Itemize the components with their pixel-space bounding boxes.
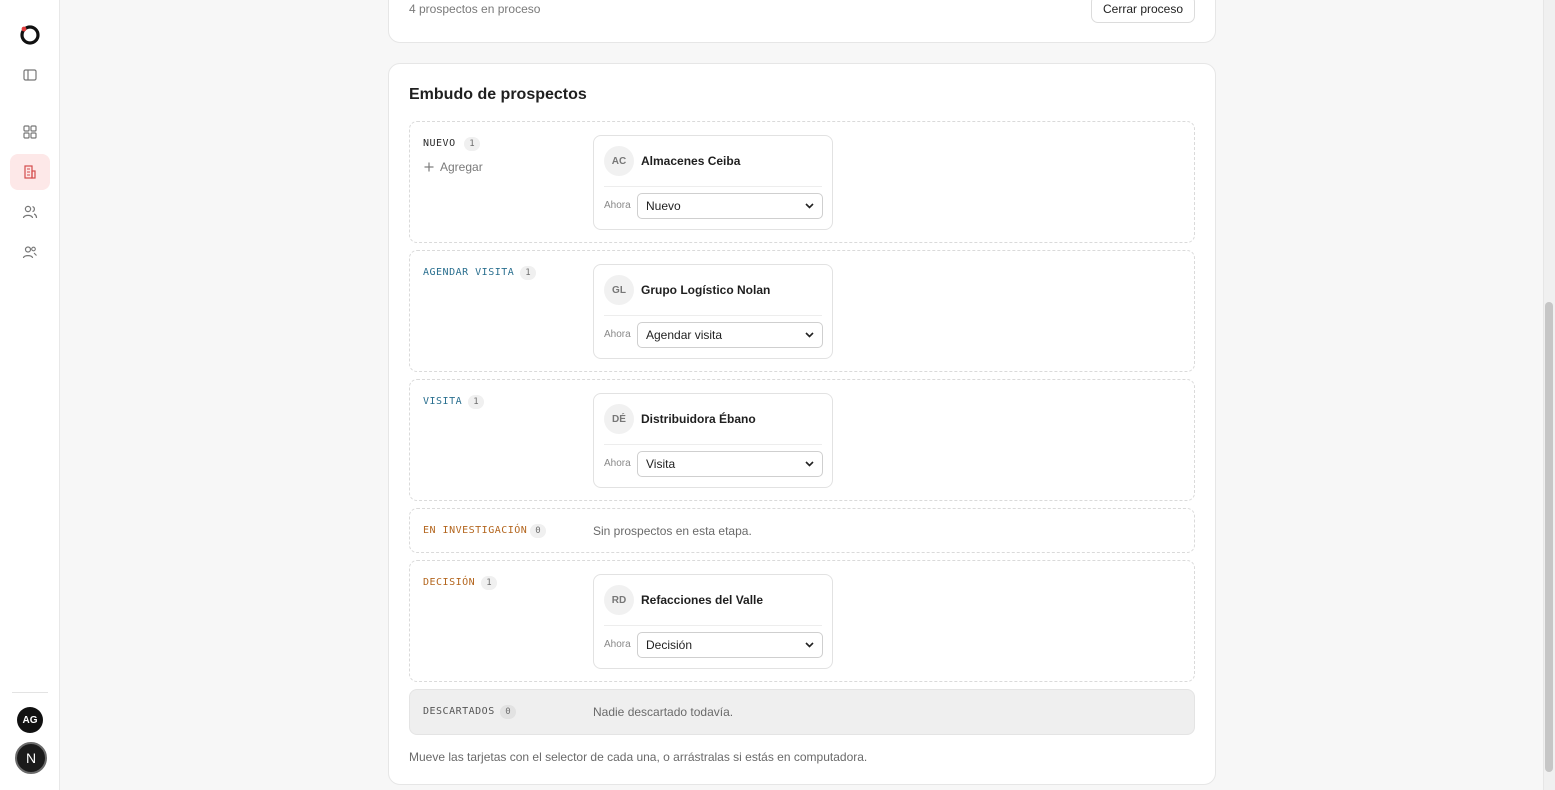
stage-select-value: Decisión — [646, 638, 693, 652]
panel-toggle-icon — [23, 69, 37, 81]
stage-select-value: Agendar visita — [646, 328, 723, 342]
sidebar-item-prospects[interactable] — [10, 154, 50, 190]
stage-label: DESCARTADOS — [423, 706, 495, 717]
sidebar-item-team[interactable] — [10, 234, 50, 270]
lead-avatar: RD — [604, 585, 634, 615]
help-note: Mueve las tarjetas con el selector de ca… — [409, 750, 868, 764]
stage-select-value: Nuevo — [646, 199, 681, 213]
stage-count-badge: 1 — [468, 395, 484, 409]
stage-select[interactable]: Decisión — [637, 632, 823, 658]
lead-divider — [604, 444, 822, 445]
page-title: Embudo de prospectos — [409, 86, 587, 103]
stage-select[interactable]: Nuevo — [637, 193, 823, 219]
scrollbar-track[interactable] — [1543, 0, 1555, 790]
scrollbar-thumb[interactable] — [1545, 302, 1553, 772]
stage-visita[interactable]: VISITA 1 DÉ Distribuidora Ébano Ahora Vi… — [409, 379, 1195, 501]
stage-label: AGENDAR VISITA — [423, 267, 515, 278]
lead-divider — [604, 315, 822, 316]
stage-nuevo[interactable]: NUEVO 1 Agregar AC Almacenes Ceiba Ahora… — [409, 121, 1195, 243]
lead-name: Grupo Logístico Nolan — [641, 283, 771, 297]
stage-en-investigacion[interactable]: EN INVESTIGACIÓN 0 Sin prospectos en est… — [409, 508, 1195, 553]
panel-toggle-button[interactable] — [10, 57, 50, 93]
stage-label: VISITA — [423, 396, 463, 407]
chevron-down-icon — [805, 642, 814, 648]
grid-icon — [23, 125, 37, 139]
stage-label: NUEVO — [423, 138, 456, 149]
sidebar-item-contacts[interactable] — [10, 194, 50, 230]
sidebar-item-dashboard[interactable] — [10, 114, 50, 150]
workspace-avatar[interactable]: N — [15, 742, 47, 774]
add-label: Agregar — [440, 160, 483, 174]
close-process-button[interactable]: Cerrar proceso — [1091, 0, 1195, 23]
stage-select-value: Visita — [646, 457, 676, 471]
users-icon — [22, 205, 38, 219]
user-group-icon — [22, 246, 37, 259]
lead-name: Refacciones del Valle — [641, 593, 764, 607]
stage-count-badge: 1 — [464, 137, 480, 151]
lead-time: Ahora — [604, 200, 631, 211]
sidebar-divider — [12, 692, 48, 693]
lead-card[interactable]: DÉ Distribuidora Ébano Ahora Visita — [593, 393, 833, 488]
lead-avatar: AC — [604, 146, 634, 176]
funnel-card: Embudo de prospectos NUEVO 1 Agregar AC … — [388, 63, 1216, 785]
lead-time: Ahora — [604, 639, 631, 650]
stage-agendar-visita[interactable]: AGENDAR VISITA 1 GL Grupo Logístico Nola… — [409, 250, 1195, 372]
stage-label: DECISIÓN — [423, 577, 476, 588]
stage-count-badge: 1 — [520, 266, 536, 280]
building-icon — [24, 165, 36, 179]
lead-name: Almacenes Ceiba — [641, 154, 741, 168]
stage-decision[interactable]: DECISIÓN 1 RD Refacciones del Valle Ahor… — [409, 560, 1195, 682]
lead-time: Ahora — [604, 458, 631, 469]
lead-avatar: GL — [604, 275, 634, 305]
process-card: 4 prospectos en proceso Cerrar proceso — [388, 0, 1216, 43]
add-prospect-button[interactable]: Agregar — [424, 160, 483, 174]
prospects-count-text: 4 prospectos en proceso — [409, 2, 541, 16]
sidebar: AG N — [0, 0, 60, 790]
stage-select[interactable]: Agendar visita — [637, 322, 823, 348]
plus-icon — [424, 162, 434, 172]
lead-avatar: DÉ — [604, 404, 634, 434]
empty-stage-text: Nadie descartado todavía. — [593, 705, 734, 719]
stage-count-badge: 0 — [530, 524, 546, 538]
empty-stage-text: Sin prospectos en esta etapa. — [593, 524, 752, 538]
chevron-down-icon — [805, 461, 814, 467]
stage-count-badge: 0 — [500, 705, 516, 719]
lead-name: Distribuidora Ébano — [641, 412, 756, 426]
lead-card[interactable]: GL Grupo Logístico Nolan Ahora Agendar v… — [593, 264, 833, 359]
lead-divider — [604, 625, 822, 626]
chevron-down-icon — [805, 203, 814, 209]
stage-select[interactable]: Visita — [637, 451, 823, 477]
stage-descartados[interactable]: DESCARTADOS 0 Nadie descartado todavía. — [409, 689, 1195, 735]
lead-divider — [604, 186, 822, 187]
stage-label: EN INVESTIGACIÓN — [423, 525, 528, 536]
stage-count-badge: 1 — [481, 576, 497, 590]
chevron-down-icon — [805, 332, 814, 338]
user-avatar[interactable]: AG — [17, 707, 43, 733]
lead-time: Ahora — [604, 329, 631, 340]
lead-card[interactable]: AC Almacenes Ceiba Ahora Nuevo — [593, 135, 833, 230]
logo-icon[interactable] — [19, 24, 41, 46]
lead-card[interactable]: RD Refacciones del Valle Ahora Decisión — [593, 574, 833, 669]
